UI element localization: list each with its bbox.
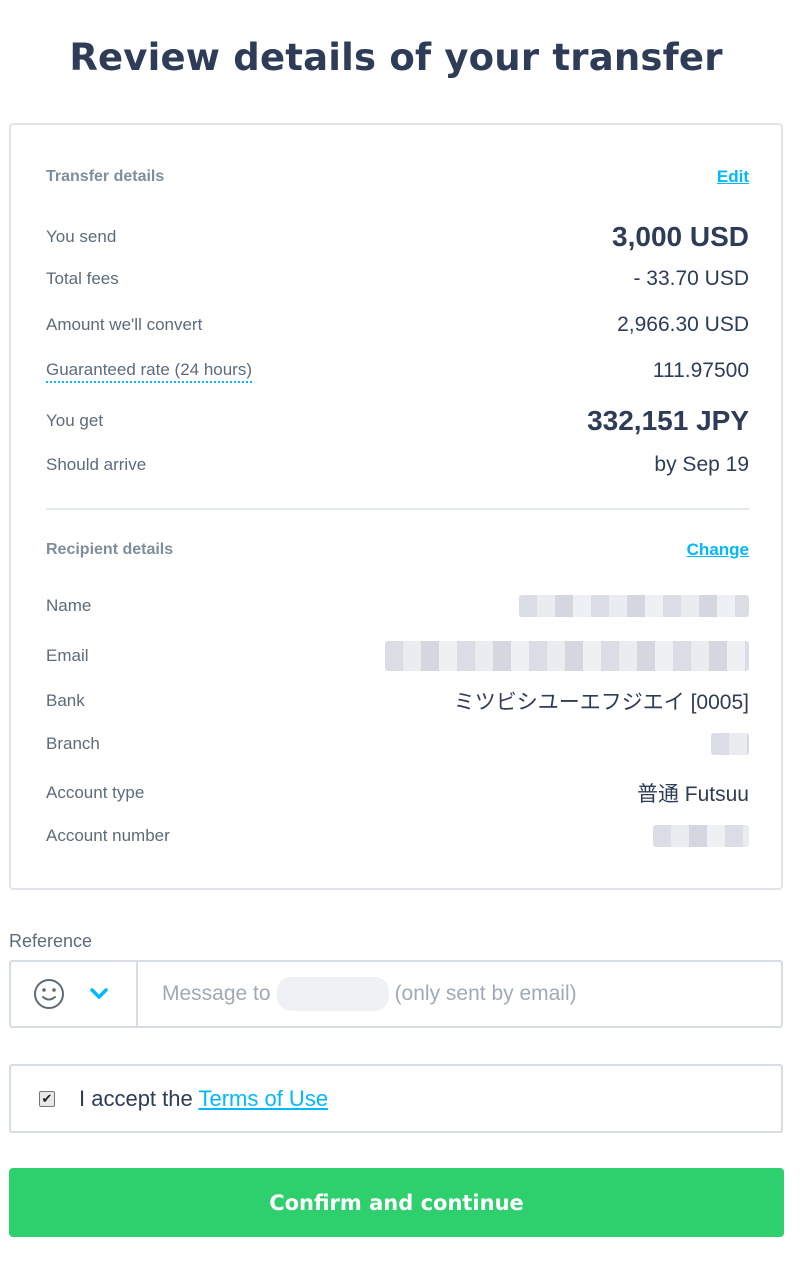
convert-amount-value: 2,966.30 USD (617, 313, 749, 336)
row-account-type: Account type 普通 Futsuu (46, 778, 749, 808)
should-arrive-value: by Sep 19 (654, 453, 749, 476)
page-title: Review details of your transfer (69, 36, 723, 79)
reference-field: Message to (only sent by email) (9, 960, 783, 1028)
redacted-email (385, 641, 749, 671)
branch-label: Branch (46, 734, 100, 753)
name-label: Name (46, 596, 92, 615)
reference-placeholder-suffix: (only sent by email) (394, 982, 577, 1005)
recipient-details-header: Recipient details Change (46, 540, 749, 560)
account-type-label: Account type (46, 783, 145, 802)
reference-input[interactable]: Message to (only sent by email) (138, 962, 781, 1026)
review-card: Transfer details Edit You send 3,000 USD… (9, 123, 783, 890)
change-link[interactable]: Change (687, 540, 749, 560)
terms-checkbox[interactable]: ✔ (39, 1090, 55, 1107)
row-convert-amount: Amount we'll convert 2,966.30 USD (46, 313, 749, 337)
row-recipient-name: Name (46, 595, 749, 617)
terms-text: I accept the Terms of Use (79, 1086, 328, 1112)
emoji-picker-button[interactable] (11, 962, 138, 1026)
guaranteed-rate-value: 111.97500 (652, 359, 749, 382)
row-you-get: You get 332,151 JPY (46, 405, 749, 437)
section-divider (46, 508, 749, 510)
terms-of-use-link[interactable]: Terms of Use (198, 1086, 328, 1111)
redacted-recipient (276, 977, 389, 1011)
you-send-label: You send (46, 227, 117, 246)
transfer-details-heading: Transfer details (46, 168, 165, 185)
account-type-value: 普通 Futsuu (636, 783, 749, 806)
redacted-account-number (653, 825, 749, 847)
recipient-details-heading: Recipient details (46, 541, 174, 558)
convert-amount-label: Amount we'll convert (46, 315, 203, 334)
row-you-send: You send 3,000 USD (46, 221, 749, 253)
row-recipient-email: Email (46, 641, 749, 671)
guaranteed-rate-tooltip[interactable]: Guaranteed rate (24 hours) (46, 360, 253, 383)
row-total-fees: Total fees - 33.70 USD (46, 267, 749, 291)
row-account-number: Account number (46, 825, 749, 847)
confirm-button[interactable]: Confirm and continue (9, 1168, 784, 1237)
reference-label: Reference (9, 931, 93, 951)
row-guaranteed-rate: Guaranteed rate (24 hours) 111.97500 (46, 359, 749, 383)
edit-link[interactable]: Edit (717, 167, 749, 187)
account-number-label: Account number (46, 826, 170, 845)
bank-label: Bank (46, 691, 85, 710)
bank-value: ミツビシユーエフジエイ [0005] (453, 691, 749, 714)
terms-prefix: I accept the (79, 1085, 193, 1111)
you-get-value: 332,151 JPY (587, 405, 749, 436)
redacted-branch (711, 733, 749, 755)
total-fees-label: Total fees (46, 269, 119, 288)
you-send-value: 3,000 USD (612, 221, 749, 252)
reference-placeholder-prefix: Message to (162, 982, 271, 1005)
terms-row: ✔ I accept the Terms of Use (9, 1064, 783, 1133)
redacted-name (519, 595, 749, 617)
chevron-down-icon (90, 988, 108, 999)
email-label: Email (46, 646, 89, 665)
should-arrive-label: Should arrive (46, 455, 147, 474)
smiley-icon (34, 979, 64, 1009)
row-recipient-bank: Bank ミツビシユーエフジエイ [0005] (46, 686, 749, 716)
total-fees-value: - 33.70 USD (633, 267, 749, 290)
row-should-arrive: Should arrive by Sep 19 (46, 453, 749, 477)
transfer-details-header: Transfer details Edit (46, 167, 749, 187)
row-recipient-branch: Branch (46, 733, 749, 755)
you-get-label: You get (46, 411, 104, 430)
